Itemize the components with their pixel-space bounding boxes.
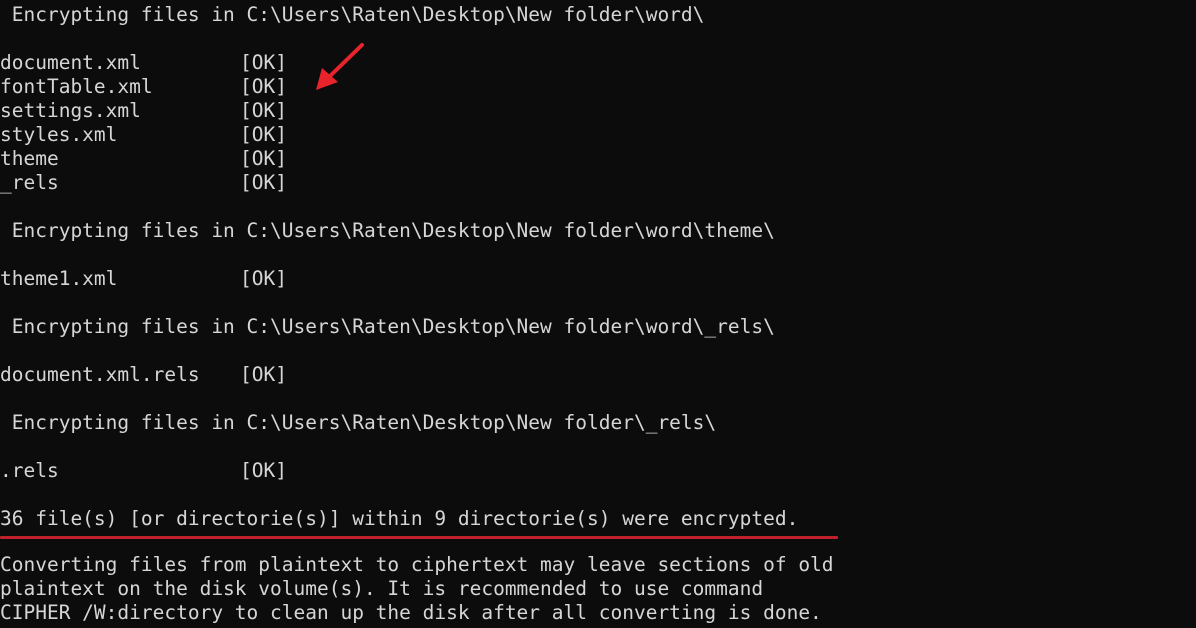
list-item: settings.xml [OK] (0, 99, 287, 123)
section-header: Encrypting files in C:\Users\Raten\Deskt… (0, 411, 717, 434)
file-name: theme1.xml (0, 267, 118, 290)
status-ok: [OK] (240, 171, 287, 194)
list-item: document.xml.rels [OK] (0, 363, 287, 387)
status-ok: [OK] (240, 99, 287, 122)
section-header: Encrypting files in C:\Users\Raten\Deskt… (0, 3, 705, 26)
encryption-summary: 36 file(s) [or directorie(s)] within 9 d… (0, 507, 799, 530)
status-ok: [OK] (240, 147, 287, 170)
status-ok: [OK] (240, 51, 287, 74)
list-item: document.xml [OK] (0, 51, 287, 75)
section-header: Encrypting files in C:\Users\Raten\Deskt… (0, 219, 775, 242)
status-ok: [OK] (240, 123, 287, 146)
notice-line: Converting files from plaintext to ciphe… (0, 553, 834, 576)
list-item: theme1.xml [OK] (0, 267, 287, 291)
list-item: theme [OK] (0, 147, 287, 171)
status-ok: [OK] (240, 75, 287, 98)
status-ok: [OK] (240, 267, 287, 290)
file-name: document.xml.rels (0, 363, 200, 386)
file-name: styles.xml (0, 123, 118, 146)
red-arrow-icon (316, 43, 364, 90)
file-name: _rels (0, 171, 59, 194)
file-name: settings.xml (0, 99, 141, 122)
section-header: Encrypting files in C:\Users\Raten\Deskt… (0, 315, 775, 338)
file-name: theme (0, 147, 59, 170)
list-item: styles.xml [OK] (0, 123, 287, 147)
list-item: _rels [OK] (0, 171, 287, 195)
terminal-window: Encrypting files in C:\Users\Raten\Deskt… (0, 0, 1196, 628)
list-item: .rels [OK] (0, 459, 287, 483)
status-ok: [OK] (240, 363, 287, 386)
status-ok: [OK] (240, 459, 287, 482)
file-name: document.xml (0, 51, 141, 74)
file-name: fontTable.xml (0, 75, 153, 98)
notice-line: CIPHER /W:directory to clean up the disk… (0, 601, 822, 624)
notice-line: plaintext on the disk volume(s). It is r… (0, 577, 764, 600)
file-name: .rels (0, 459, 59, 482)
list-item: fontTable.xml [OK] (0, 75, 287, 99)
red-underline-annotation (0, 536, 838, 539)
